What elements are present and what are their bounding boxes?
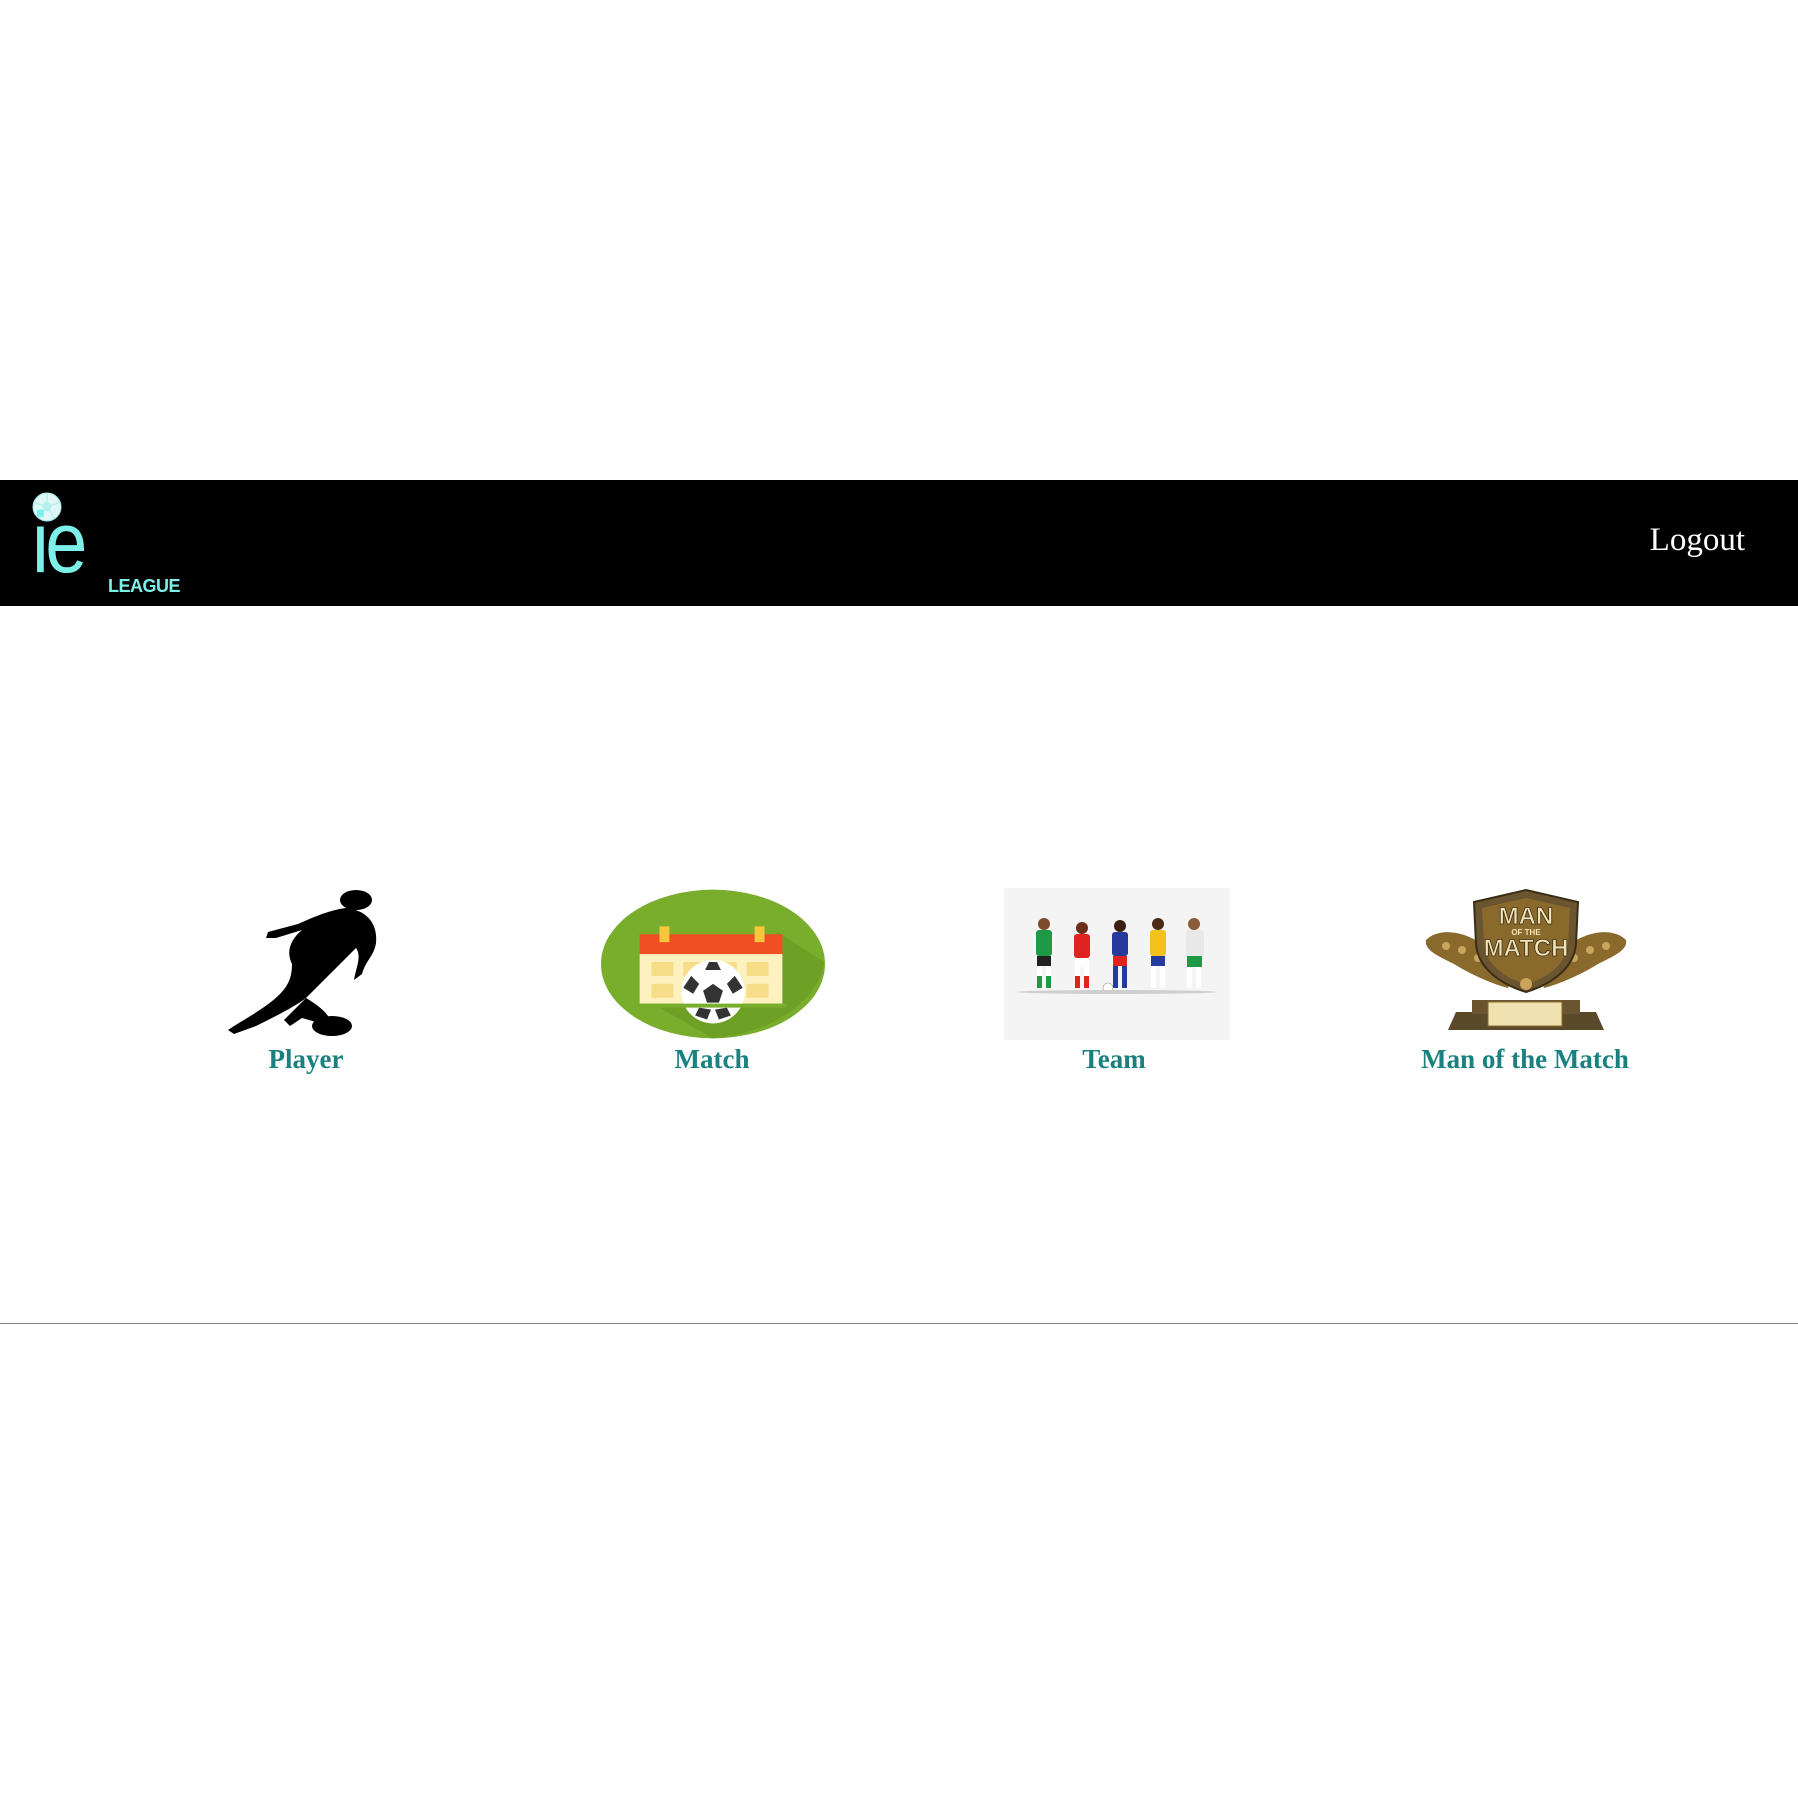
- trophy-text-top: MAN: [1499, 903, 1554, 930]
- trophy-icon: MAN OF THE MATCH: [1425, 888, 1627, 1030]
- team-players-icon: [1004, 888, 1230, 1040]
- trophy-text-bottom: MATCH: [1484, 935, 1569, 962]
- tile-label: Match: [674, 1044, 750, 1074]
- match-calendar-icon: [600, 889, 826, 1039]
- tile-team[interactable]: Team: [1000, 888, 1230, 1078]
- footer-divider: [0, 1323, 1798, 1324]
- logo-link[interactable]: ie LEAGUE: [30, 492, 190, 596]
- page: ie LEAGUE Logout Player Match Team MAN O…: [0, 0, 1798, 1798]
- tile-match[interactable]: Match: [598, 888, 826, 1078]
- logo-text: ie: [32, 495, 87, 591]
- tile-player[interactable]: Player: [200, 888, 412, 1078]
- tile-man-of-the-match[interactable]: MAN OF THE MATCH Man of the Match: [1406, 888, 1644, 1078]
- tile-label: Player: [268, 1044, 344, 1074]
- tile-label: Team: [1082, 1044, 1146, 1074]
- navbar: ie LEAGUE Logout: [0, 480, 1798, 606]
- tile-label: Man of the Match: [1421, 1044, 1629, 1074]
- logout-link[interactable]: Logout: [1650, 520, 1745, 560]
- player-silhouette-icon: [228, 890, 377, 1036]
- logo-subtext: LEAGUE: [108, 576, 181, 596]
